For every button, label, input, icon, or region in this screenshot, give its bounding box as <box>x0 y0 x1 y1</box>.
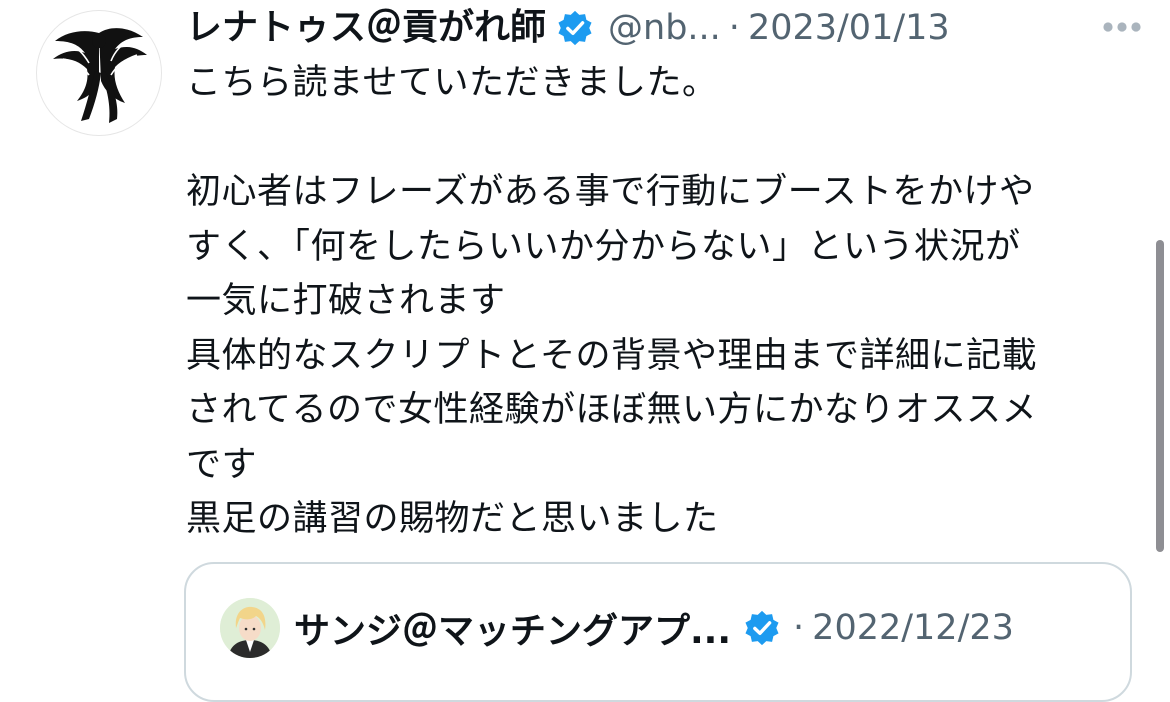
more-options-icon[interactable] <box>1100 14 1144 40</box>
scrollbar[interactable] <box>1156 240 1164 552</box>
verified-badge-icon <box>745 610 779 646</box>
tweet-line: 具体的なスクリプトとその背景や理由まで詳細に記載 <box>186 335 1037 376</box>
quoted-author-display-name[interactable]: サンジ＠マッチングアプ... <box>294 602 731 654</box>
tweet-text: こちら読ませていただきました。 初心者はフレーズがある事で行動にブーストをかけや… <box>186 56 1136 547</box>
anime-avatar-icon <box>220 598 280 658</box>
tweet-blank-line <box>186 111 1136 166</box>
tweet-line: すく、「何をしたらいいか分からない」という状況が <box>186 226 1021 267</box>
tweet-line: されてるので女性経験がほぼ無い方にかなりオススメ <box>186 390 1037 430</box>
author-avatar[interactable] <box>36 10 162 136</box>
author-handle[interactable]: @nb... <box>608 2 721 54</box>
phoenix-avatar-icon <box>53 28 147 123</box>
quoted-author-avatar[interactable] <box>220 598 280 658</box>
tweet-header: レナトゥス＠貢がれ師 @nb... · 2023/01/13 <box>186 2 1116 54</box>
author-display-name[interactable]: レナトゥス＠貢がれ師 <box>186 2 546 54</box>
tweet-line: こちら読ませていただきました。 <box>186 63 718 103</box>
quoted-tweet-card[interactable]: サンジ＠マッチングアプ... · 2022/12/23 <box>184 562 1132 702</box>
tweet-line: 黒足の講習の賜物だと思いました <box>186 499 719 539</box>
verified-badge-icon <box>558 10 592 46</box>
header-separator: · <box>728 8 740 48</box>
tweet-line: 初心者はフレーズがある事で行動にブーストをかけや <box>186 172 1035 212</box>
tweet-line: です <box>186 444 258 485</box>
quoted-header-separator: · <box>793 608 805 648</box>
tweet-line: 一気に打破されます <box>186 281 506 321</box>
quoted-tweet-date[interactable]: 2022/12/23 <box>812 608 1014 648</box>
quoted-tweet-header: サンジ＠マッチングアプ... · 2022/12/23 <box>220 596 1014 660</box>
tweet-date[interactable]: 2023/01/13 <box>748 2 950 54</box>
